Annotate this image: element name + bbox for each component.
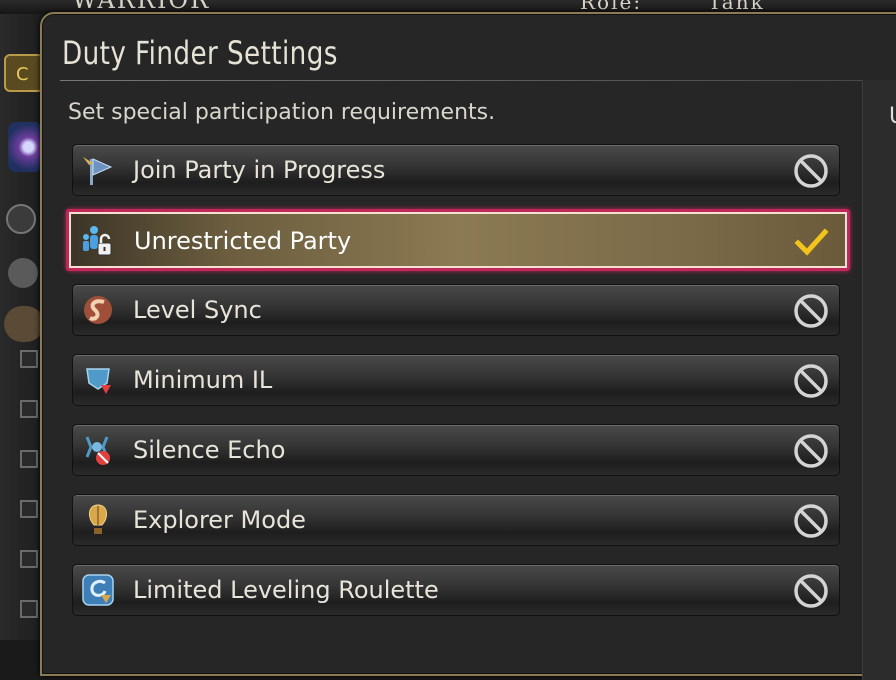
sidebar-checkbox[interactable] [20,400,38,418]
disabled-icon [793,293,829,329]
right-panel: U [862,80,896,680]
sidebar-checkbox[interactable] [20,500,38,518]
option-minimum-il[interactable]: Minimum IL [72,354,840,406]
silence-echo-icon [81,433,115,467]
option-label: Silence Echo [133,436,286,464]
sidebar-checkbox[interactable] [20,550,38,568]
sidebar-button[interactable]: C [4,54,44,92]
option-label: Limited Leveling Roulette [133,576,439,604]
option-label: Explorer Mode [133,506,306,534]
join-party-flag-icon [81,153,115,187]
option-unrestricted-party[interactable]: Unrestricted Party [66,209,850,271]
unrestricted-party-lock-icon [81,223,115,257]
option-label: Minimum IL [133,366,273,394]
window-title: Duty Finder Settings [62,34,338,72]
disabled-icon [793,363,829,399]
limited-leveling-roulette-icon [81,573,115,607]
disabled-icon [793,153,829,189]
option-silence-echo[interactable]: Silence Echo [72,424,840,476]
title-divider [60,80,896,81]
option-join-party-in-progress[interactable]: Join Party in Progress [72,144,840,196]
crystal-orb-icon[interactable] [8,122,42,172]
option-limited-leveling-roulette[interactable]: Limited Leveling Roulette [72,564,840,616]
duty-finder-settings-window: Duty Finder Settings U Set special parti… [40,12,896,680]
checkmark-icon [793,224,829,260]
sidebar-checkbox[interactable] [20,600,38,618]
option-label: Join Party in Progress [133,156,386,184]
disabled-icon [793,573,829,609]
option-label: Level Sync [133,296,262,324]
option-level-sync[interactable]: Level Sync [72,284,840,336]
option-explorer-mode[interactable]: Explorer Mode [72,494,840,546]
sidebar-pill[interactable] [4,306,44,342]
dpad-icon [8,258,38,288]
level-sync-icon [81,293,115,327]
explorer-mode-balloon-icon [81,503,115,537]
chevron-down-icon[interactable] [6,204,36,234]
right-panel-text: U [889,104,896,129]
minimum-item-level-icon [81,363,115,397]
sidebar-checkbox[interactable] [20,350,38,368]
disabled-icon [793,503,829,539]
disabled-icon [793,433,829,469]
option-label: Unrestricted Party [134,227,352,255]
window-subtitle: Set special participation requirements. [68,100,496,125]
sidebar-checkbox[interactable] [20,450,38,468]
